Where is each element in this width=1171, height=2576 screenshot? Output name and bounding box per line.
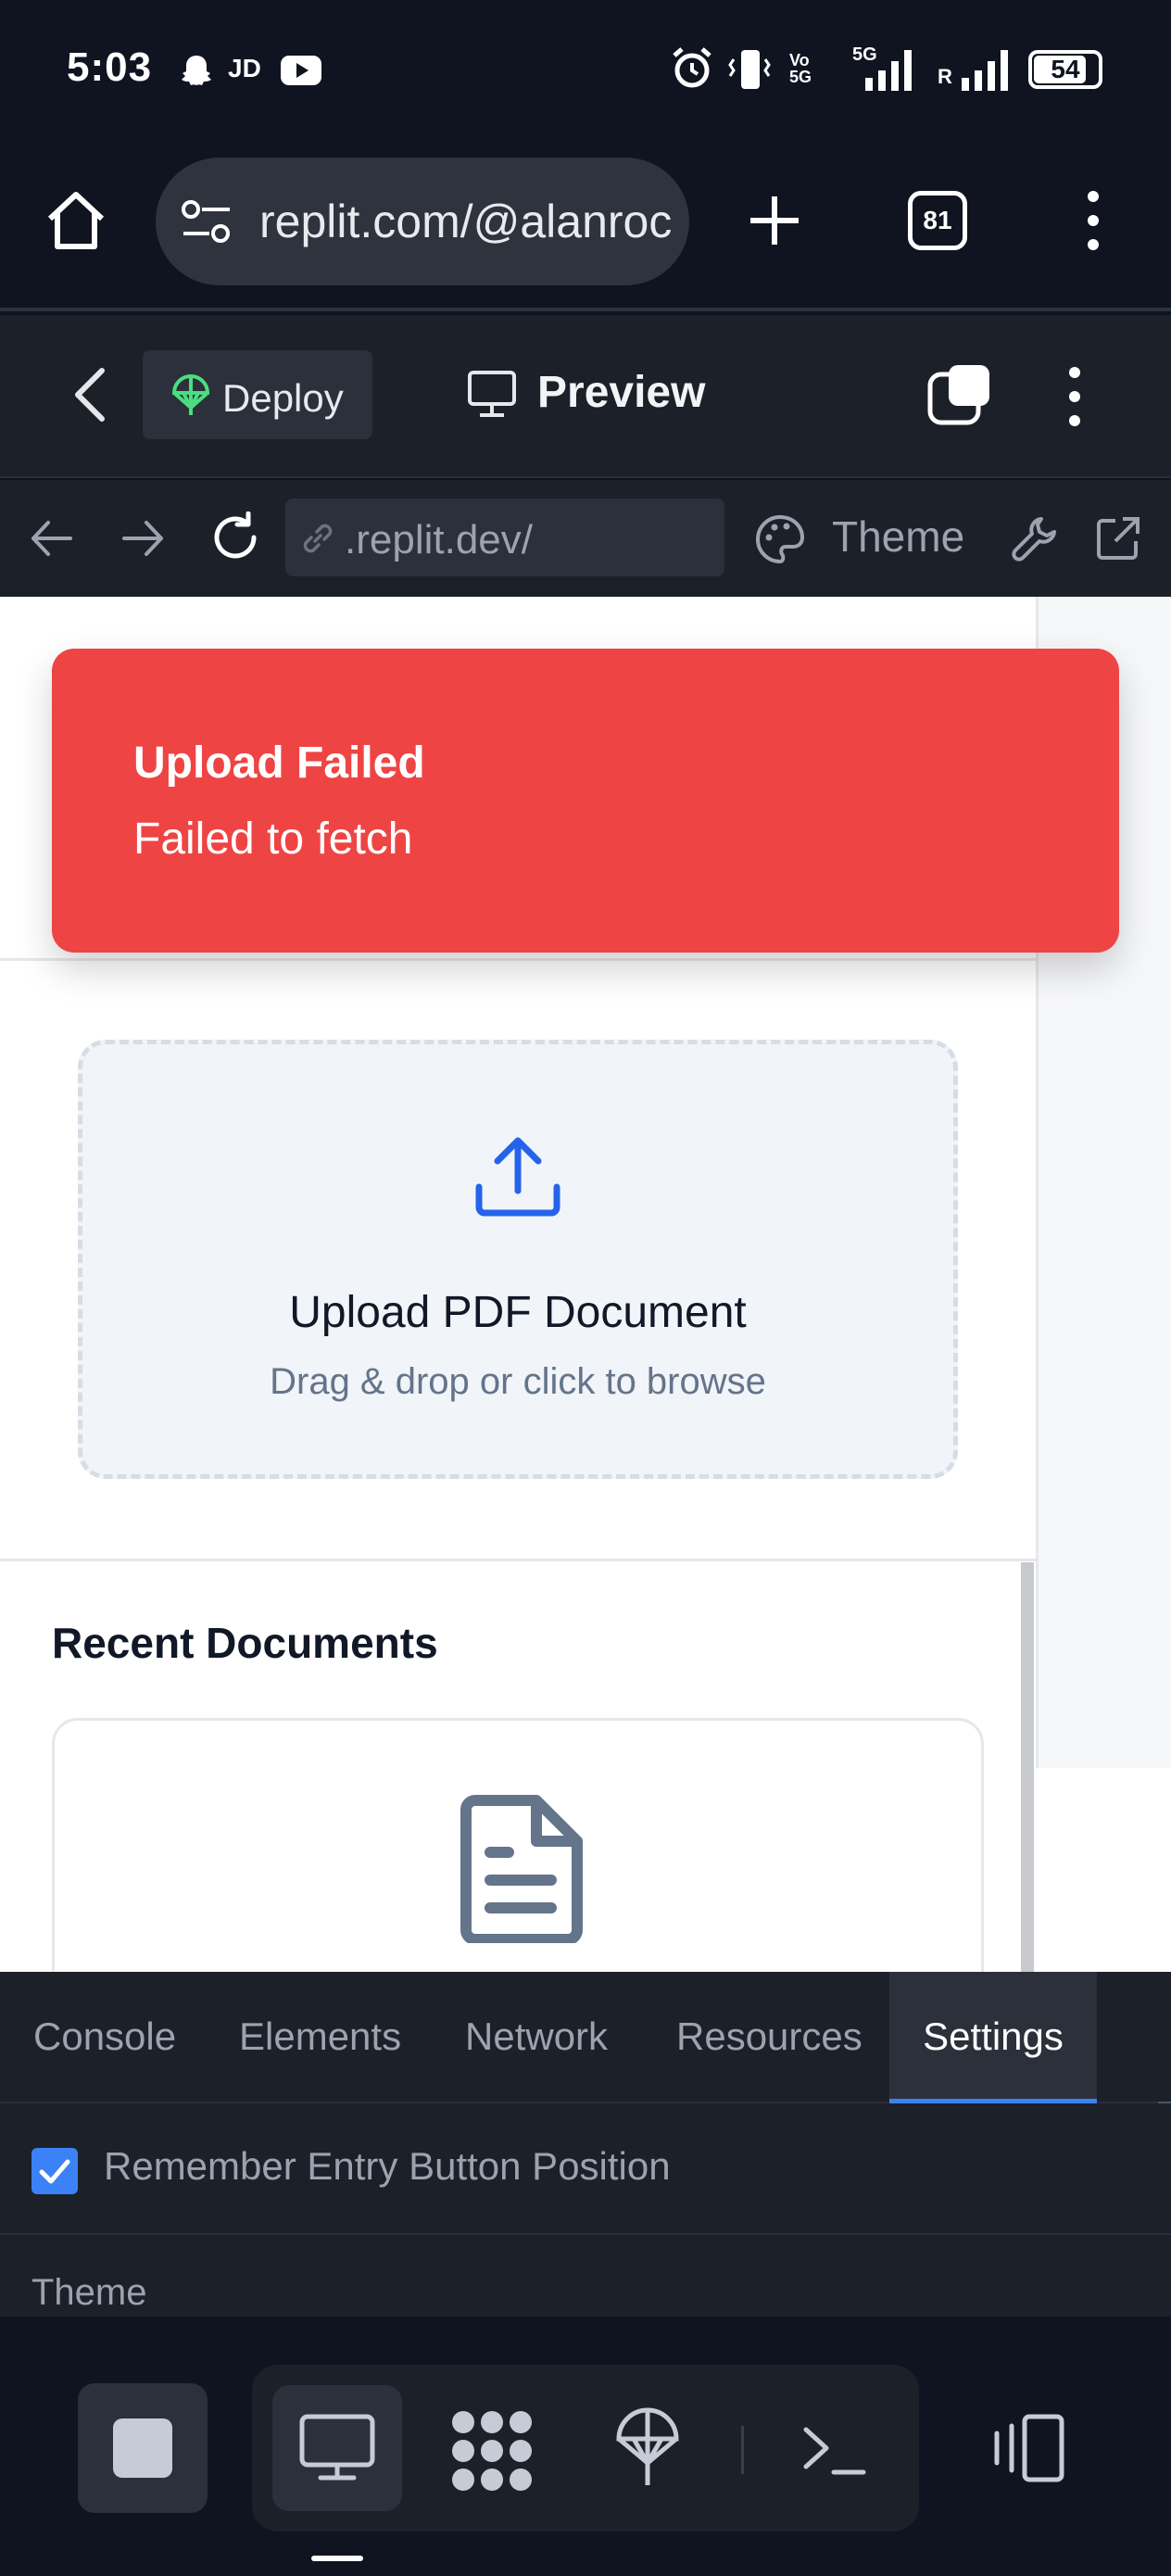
reload-icon[interactable] bbox=[209, 511, 261, 563]
palette-icon bbox=[756, 514, 805, 564]
checkmark-icon bbox=[39, 2159, 70, 2184]
remember-position-label[interactable]: Remember Entry Button Position bbox=[104, 2144, 671, 2189]
preview-back-icon[interactable] bbox=[28, 517, 74, 560]
address-text[interactable]: replit.com/@alanroc bbox=[259, 195, 672, 248]
deploy-nav-icon[interactable] bbox=[615, 2407, 680, 2489]
toast-title: Upload Failed bbox=[133, 739, 425, 788]
upload-icon bbox=[475, 1137, 560, 1217]
remember-position-checkbox[interactable] bbox=[31, 2148, 78, 2194]
replit-menu-icon[interactable] bbox=[1058, 363, 1091, 430]
toast-message: Failed to fetch bbox=[133, 814, 413, 864]
stop-button[interactable] bbox=[78, 2383, 208, 2513]
tab-elements[interactable]: Elements bbox=[239, 1972, 401, 2103]
monitor-icon bbox=[299, 2414, 375, 2481]
roaming-indicator: R bbox=[938, 65, 952, 88]
deploy-icon bbox=[171, 374, 210, 415]
replit-header: Deploy Preview bbox=[0, 315, 1171, 478]
monitor-icon bbox=[468, 371, 516, 417]
vibrate-icon bbox=[728, 50, 771, 89]
deploy-button[interactable]: Deploy bbox=[143, 350, 372, 439]
preview-url-field[interactable]: .replit.dev/ bbox=[285, 499, 724, 576]
signal-icon bbox=[865, 50, 912, 91]
tab-settings[interactable]: Settings bbox=[889, 1972, 1097, 2103]
device-icon[interactable] bbox=[988, 2413, 1067, 2483]
browser-toolbar: replit.com/@alanroc 81 bbox=[0, 141, 1171, 311]
divider bbox=[0, 2233, 1171, 2235]
windows-icon[interactable] bbox=[925, 361, 993, 428]
tab-network[interactable]: Network bbox=[465, 1972, 608, 2103]
wrench-icon[interactable] bbox=[1010, 513, 1060, 563]
workspace-bottom-bar bbox=[0, 2317, 1171, 2576]
status-bar: 5:03 JD Vo 5G 5G R 54 bbox=[0, 0, 1171, 141]
battery-icon: 54 bbox=[1028, 50, 1102, 89]
stop-icon bbox=[113, 2418, 172, 2478]
home-icon[interactable] bbox=[43, 187, 109, 254]
home-indicator[interactable] bbox=[311, 2556, 363, 2561]
back-icon[interactable] bbox=[69, 365, 113, 424]
divider bbox=[741, 2426, 744, 2474]
battery-level: 54 bbox=[1051, 55, 1080, 83]
site-settings-icon[interactable] bbox=[180, 196, 233, 246]
divider bbox=[0, 1559, 1036, 1561]
tab-console[interactable]: Console bbox=[33, 1972, 176, 2103]
snapchat-icon bbox=[182, 56, 211, 85]
theme-button-label[interactable]: Theme bbox=[832, 511, 964, 562]
document-empty-card bbox=[52, 1718, 984, 1972]
alarm-icon bbox=[673, 47, 711, 88]
upload-title: Upload PDF Document bbox=[289, 1288, 747, 1337]
terminal-icon[interactable] bbox=[800, 2422, 867, 2478]
devtools-settings-panel: Remember Entry Button Position Theme bbox=[0, 2103, 1171, 2317]
theme-setting-heading: Theme bbox=[31, 2272, 147, 2313]
youtube-icon bbox=[281, 56, 321, 85]
page-side-area-lower bbox=[1036, 1768, 1171, 1972]
carrier-tag: JD bbox=[228, 54, 261, 82]
divider bbox=[0, 958, 1036, 961]
deploy-label: Deploy bbox=[222, 376, 344, 420]
upload-subtitle: Drag & drop or click to browse bbox=[270, 1361, 766, 1402]
preview-forward-icon[interactable] bbox=[120, 517, 167, 560]
status-time: 5:03 bbox=[67, 44, 153, 90]
tab-switcher-button[interactable]: 81 bbox=[908, 191, 967, 250]
external-link-icon[interactable] bbox=[1093, 513, 1143, 563]
devtools-tabs: Console Elements Network Resources Setti… bbox=[0, 1972, 1171, 2109]
tab-resources[interactable]: Resources bbox=[676, 1972, 863, 2103]
pdf-upload-dropzone[interactable]: Upload PDF Document Drag & drop or click… bbox=[78, 1040, 958, 1479]
preview-view-button[interactable] bbox=[272, 2385, 402, 2511]
browser-menu-icon[interactable] bbox=[1077, 187, 1110, 254]
preview-url-text[interactable]: .replit.dev/ bbox=[345, 517, 533, 563]
workspace-icon[interactable] bbox=[448, 2409, 535, 2493]
link-icon bbox=[303, 524, 333, 553]
recent-documents-heading: Recent Documents bbox=[52, 1619, 438, 1667]
preview-toolbar: .replit.dev/ Theme bbox=[0, 480, 1171, 597]
upload-error-toast[interactable]: Upload Failed Failed to fetch bbox=[52, 649, 1119, 953]
document-icon bbox=[460, 1795, 583, 1943]
preview-viewport: Upload PDF Document Drag & drop or click… bbox=[0, 597, 1171, 1972]
new-tab-icon[interactable] bbox=[745, 191, 804, 250]
signal-2-icon bbox=[962, 50, 1008, 91]
scrollbar[interactable] bbox=[1021, 1562, 1034, 1972]
preview-tab-label[interactable]: Preview bbox=[537, 367, 705, 418]
volte-icon: Vo 5G bbox=[789, 51, 812, 86]
address-bar[interactable]: replit.com/@alanroc bbox=[156, 158, 689, 285]
